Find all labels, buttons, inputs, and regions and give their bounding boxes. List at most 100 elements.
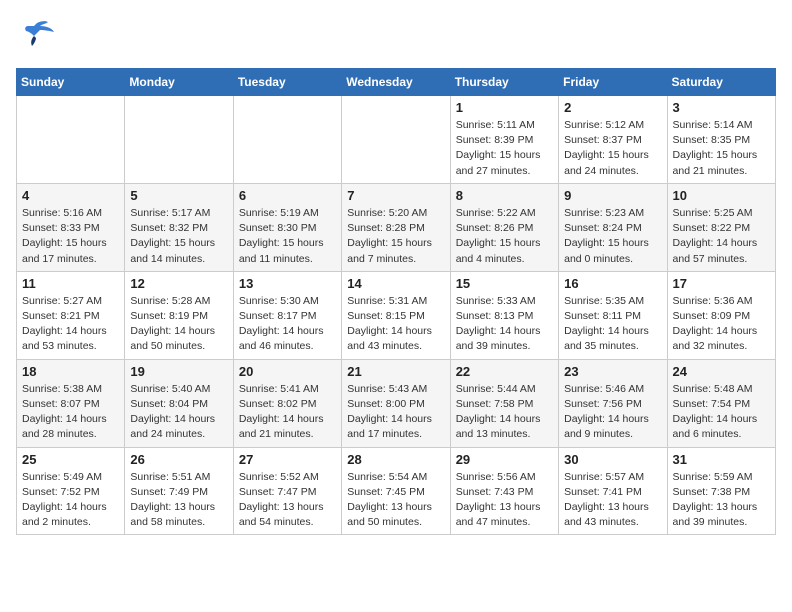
day-info: Sunrise: 5:38 AM Sunset: 8:07 PM Dayligh… <box>22 382 119 443</box>
day-number: 28 <box>347 452 444 467</box>
day-info: Sunrise: 5:36 AM Sunset: 8:09 PM Dayligh… <box>673 294 770 355</box>
calendar-cell: 14Sunrise: 5:31 AM Sunset: 8:15 PM Dayli… <box>342 271 450 359</box>
day-number: 31 <box>673 452 770 467</box>
day-number: 20 <box>239 364 336 379</box>
calendar-cell: 5 Sunrise: 5:17 AM Sunset: 8:32 PM Daylig… <box>125 183 233 271</box>
day-info: Sunrise: 5:54 AM Sunset: 7:45 PM Dayligh… <box>347 470 444 531</box>
day-number: 6 <box>239 188 336 203</box>
day-number: 7 <box>347 188 444 203</box>
logo <box>16 16 62 56</box>
day-number: 3 <box>673 100 770 115</box>
day-info: Sunrise: 5:57 AM Sunset: 7:41 PM Dayligh… <box>564 470 661 531</box>
day-info: Sunrise: 5:22 AM Sunset: 8:26 PM Dayligh… <box>456 206 553 267</box>
day-info: Sunrise: 5:52 AM Sunset: 7:47 PM Dayligh… <box>239 470 336 531</box>
day-number: 12 <box>130 276 227 291</box>
calendar-cell: 1 Sunrise: 5:11 AM Sunset: 8:39 PM Daylig… <box>450 96 558 184</box>
calendar-cell: 25Sunrise: 5:49 AM Sunset: 7:52 PM Dayli… <box>17 447 125 535</box>
day-info: Sunrise: 5:19 AM Sunset: 8:30 PM Dayligh… <box>239 206 336 267</box>
calendar-cell: 26 Sunrise: 5:51 AM Sunset: 7:49 PM Dayli… <box>125 447 233 535</box>
day-info: Sunrise: 5:44 AM Sunset: 7:58 PM Dayligh… <box>456 382 553 443</box>
day-number: 11 <box>22 276 119 291</box>
day-of-week-header: Saturday <box>667 69 775 96</box>
day-number: 14 <box>347 276 444 291</box>
calendar-cell <box>125 96 233 184</box>
day-of-week-header: Wednesday <box>342 69 450 96</box>
calendar-week-row: 4Sunrise: 5:16 AM Sunset: 8:33 PM Daylig… <box>17 183 776 271</box>
calendar-cell <box>342 96 450 184</box>
day-number: 15 <box>456 276 553 291</box>
calendar-cell: 7Sunrise: 5:20 AM Sunset: 8:28 PM Daylig… <box>342 183 450 271</box>
day-info: Sunrise: 5:46 AM Sunset: 7:56 PM Dayligh… <box>564 382 661 443</box>
day-number: 24 <box>673 364 770 379</box>
calendar-cell: 12 Sunrise: 5:28 AM Sunset: 8:19 PM Dayli… <box>125 271 233 359</box>
calendar-cell: 29 Sunrise: 5:56 AM Sunset: 7:43 PM Dayli… <box>450 447 558 535</box>
day-number: 26 <box>130 452 227 467</box>
calendar-cell: 19 Sunrise: 5:40 AM Sunset: 8:04 PM Dayli… <box>125 359 233 447</box>
calendar-cell: 22 Sunrise: 5:44 AM Sunset: 7:58 PM Dayli… <box>450 359 558 447</box>
day-number: 13 <box>239 276 336 291</box>
day-number: 16 <box>564 276 661 291</box>
day-number: 18 <box>22 364 119 379</box>
day-number: 22 <box>456 364 553 379</box>
day-number: 25 <box>22 452 119 467</box>
day-number: 2 <box>564 100 661 115</box>
day-info: Sunrise: 5:12 AM Sunset: 8:37 PM Dayligh… <box>564 118 661 179</box>
logo-icon <box>16 16 56 56</box>
calendar-week-row: 25Sunrise: 5:49 AM Sunset: 7:52 PM Dayli… <box>17 447 776 535</box>
calendar-cell: 18 Sunrise: 5:38 AM Sunset: 8:07 PM Dayli… <box>17 359 125 447</box>
day-info: Sunrise: 5:41 AM Sunset: 8:02 PM Dayligh… <box>239 382 336 443</box>
day-of-week-header: Sunday <box>17 69 125 96</box>
calendar-cell: 17 Sunrise: 5:36 AM Sunset: 8:09 PM Dayli… <box>667 271 775 359</box>
day-of-week-header: Monday <box>125 69 233 96</box>
calendar-cell: 9 Sunrise: 5:23 AM Sunset: 8:24 PM Daylig… <box>559 183 667 271</box>
calendar-cell: 27 Sunrise: 5:52 AM Sunset: 7:47 PM Dayli… <box>233 447 341 535</box>
day-info: Sunrise: 5:16 AM Sunset: 8:33 PM Dayligh… <box>22 206 119 267</box>
day-number: 27 <box>239 452 336 467</box>
day-number: 19 <box>130 364 227 379</box>
calendar-cell: 8 Sunrise: 5:22 AM Sunset: 8:26 PM Daylig… <box>450 183 558 271</box>
day-info: Sunrise: 5:30 AM Sunset: 8:17 PM Dayligh… <box>239 294 336 355</box>
day-info: Sunrise: 5:56 AM Sunset: 7:43 PM Dayligh… <box>456 470 553 531</box>
day-info: Sunrise: 5:40 AM Sunset: 8:04 PM Dayligh… <box>130 382 227 443</box>
day-number: 21 <box>347 364 444 379</box>
day-of-week-header: Tuesday <box>233 69 341 96</box>
calendar-cell: 4Sunrise: 5:16 AM Sunset: 8:33 PM Daylig… <box>17 183 125 271</box>
day-info: Sunrise: 5:14 AM Sunset: 8:35 PM Dayligh… <box>673 118 770 179</box>
day-info: Sunrise: 5:23 AM Sunset: 8:24 PM Dayligh… <box>564 206 661 267</box>
calendar-cell: 10Sunrise: 5:25 AM Sunset: 8:22 PM Dayli… <box>667 183 775 271</box>
day-info: Sunrise: 5:27 AM Sunset: 8:21 PM Dayligh… <box>22 294 119 355</box>
day-of-week-header: Friday <box>559 69 667 96</box>
calendar-cell <box>17 96 125 184</box>
calendar-header-row: SundayMondayTuesdayWednesdayThursdayFrid… <box>17 69 776 96</box>
day-number: 9 <box>564 188 661 203</box>
day-info: Sunrise: 5:59 AM Sunset: 7:38 PM Dayligh… <box>673 470 770 531</box>
day-number: 5 <box>130 188 227 203</box>
day-number: 17 <box>673 276 770 291</box>
calendar-cell: 20 Sunrise: 5:41 AM Sunset: 8:02 PM Dayli… <box>233 359 341 447</box>
day-info: Sunrise: 5:43 AM Sunset: 8:00 PM Dayligh… <box>347 382 444 443</box>
calendar-cell: 21 Sunrise: 5:43 AM Sunset: 8:00 PM Dayli… <box>342 359 450 447</box>
day-number: 29 <box>456 452 553 467</box>
calendar-table: SundayMondayTuesdayWednesdayThursdayFrid… <box>16 68 776 535</box>
day-info: Sunrise: 5:33 AM Sunset: 8:13 PM Dayligh… <box>456 294 553 355</box>
calendar-cell: 28 Sunrise: 5:54 AM Sunset: 7:45 PM Dayli… <box>342 447 450 535</box>
day-number: 10 <box>673 188 770 203</box>
day-number: 8 <box>456 188 553 203</box>
day-number: 30 <box>564 452 661 467</box>
day-of-week-header: Thursday <box>450 69 558 96</box>
calendar-cell: 11 Sunrise: 5:27 AM Sunset: 8:21 PM Dayli… <box>17 271 125 359</box>
day-number: 1 <box>456 100 553 115</box>
day-info: Sunrise: 5:17 AM Sunset: 8:32 PM Dayligh… <box>130 206 227 267</box>
calendar-cell <box>233 96 341 184</box>
day-info: Sunrise: 5:51 AM Sunset: 7:49 PM Dayligh… <box>130 470 227 531</box>
calendar-cell: 30 Sunrise: 5:57 AM Sunset: 7:41 PM Dayli… <box>559 447 667 535</box>
calendar-week-row: 1 Sunrise: 5:11 AM Sunset: 8:39 PM Daylig… <box>17 96 776 184</box>
calendar-cell: 23Sunrise: 5:46 AM Sunset: 7:56 PM Dayli… <box>559 359 667 447</box>
calendar-cell: 16Sunrise: 5:35 AM Sunset: 8:11 PM Dayli… <box>559 271 667 359</box>
calendar-week-row: 18 Sunrise: 5:38 AM Sunset: 8:07 PM Dayli… <box>17 359 776 447</box>
calendar-cell: 31 Sunrise: 5:59 AM Sunset: 7:38 PM Dayli… <box>667 447 775 535</box>
calendar-cell: 15 Sunrise: 5:33 AM Sunset: 8:13 PM Dayli… <box>450 271 558 359</box>
header <box>16 16 776 56</box>
day-info: Sunrise: 5:28 AM Sunset: 8:19 PM Dayligh… <box>130 294 227 355</box>
day-info: Sunrise: 5:11 AM Sunset: 8:39 PM Dayligh… <box>456 118 553 179</box>
